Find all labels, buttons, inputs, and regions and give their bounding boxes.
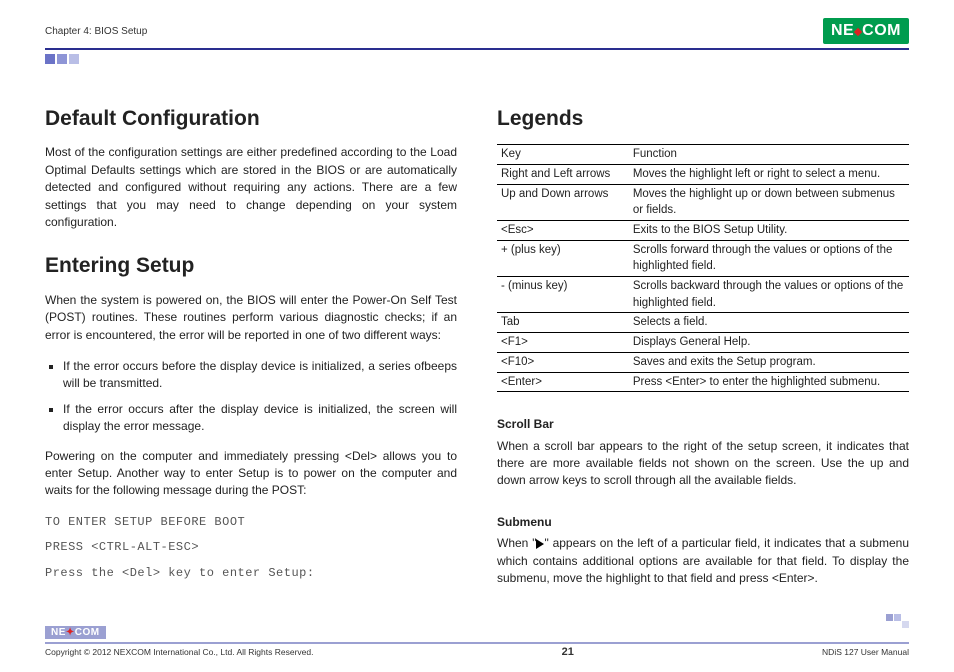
list-item: If the error occurs before the display d… — [63, 358, 457, 393]
footer-squares-icon — [886, 614, 909, 621]
subhead-submenu: Submenu — [497, 514, 909, 531]
mono-line: PRESS <CTRL-ALT-ESC> — [45, 539, 457, 556]
table-row: Right and Left arrowsMoves the highlight… — [497, 165, 909, 185]
left-column: Default Configuration Most of the config… — [45, 104, 457, 601]
heading-entering-setup: Entering Setup — [45, 251, 457, 281]
header-squares-icon — [45, 54, 909, 64]
table-row: TabSelects a field. — [497, 313, 909, 333]
page-footer: NE✦COM Copyright © 2012 NEXCOM Internati… — [45, 624, 909, 658]
legends-table: KeyFunction Right and Left arrowsMoves t… — [497, 144, 909, 392]
chapter-title: Chapter 4: BIOS Setup — [45, 26, 147, 37]
para-entering-setup: When the system is powered on, the BIOS … — [45, 292, 457, 344]
table-row: <Esc>Exits to the BIOS Setup Utility. — [497, 221, 909, 241]
logo-dot-icon — [854, 28, 862, 36]
mono-line: TO ENTER SETUP BEFORE BOOT — [45, 514, 457, 531]
para-del-key: Powering on the computer and immediately… — [45, 448, 457, 500]
th-key: Key — [497, 145, 629, 165]
table-row: + (plus key)Scrolls forward through the … — [497, 240, 909, 276]
para-default-config: Most of the configuration settings are e… — [45, 144, 457, 231]
copyright-text: Copyright © 2012 NEXCOM International Co… — [45, 647, 313, 657]
table-row: <Enter>Press <Enter> to enter the highli… — [497, 372, 909, 392]
para-scrollbar: When a scroll bar appears to the right o… — [497, 438, 909, 490]
table-row: <F10>Saves and exits the Setup program. — [497, 352, 909, 372]
table-row: Up and Down arrowsMoves the highlight up… — [497, 184, 909, 220]
right-column: Legends KeyFunction Right and Left arrow… — [497, 104, 909, 601]
mono-line: Press the <Del> key to enter Setup: — [45, 565, 457, 582]
page-header: Chapter 4: BIOS Setup NECOM — [45, 18, 909, 44]
footer-logo: NE✦COM — [45, 626, 106, 639]
heading-legends: Legends — [497, 104, 909, 134]
error-list: If the error occurs before the display d… — [63, 358, 457, 436]
footer-rule — [45, 642, 909, 644]
para-submenu: When "" appears on the left of a particu… — [497, 535, 909, 587]
header-rule — [45, 48, 909, 50]
heading-default-config: Default Configuration — [45, 104, 457, 134]
th-fn: Function — [629, 145, 909, 165]
subhead-scrollbar: Scroll Bar — [497, 416, 909, 433]
content-columns: Default Configuration Most of the config… — [45, 104, 909, 601]
table-row: <F1>Displays General Help. — [497, 333, 909, 353]
page-number: 21 — [562, 646, 574, 658]
nexcom-logo: NECOM — [823, 18, 909, 44]
table-row: KeyFunction — [497, 145, 909, 165]
manual-name: NDiS 127 User Manual — [822, 647, 909, 657]
list-item: If the error occurs after the display de… — [63, 401, 457, 436]
table-row: - (minus key)Scrolls backward through th… — [497, 277, 909, 313]
